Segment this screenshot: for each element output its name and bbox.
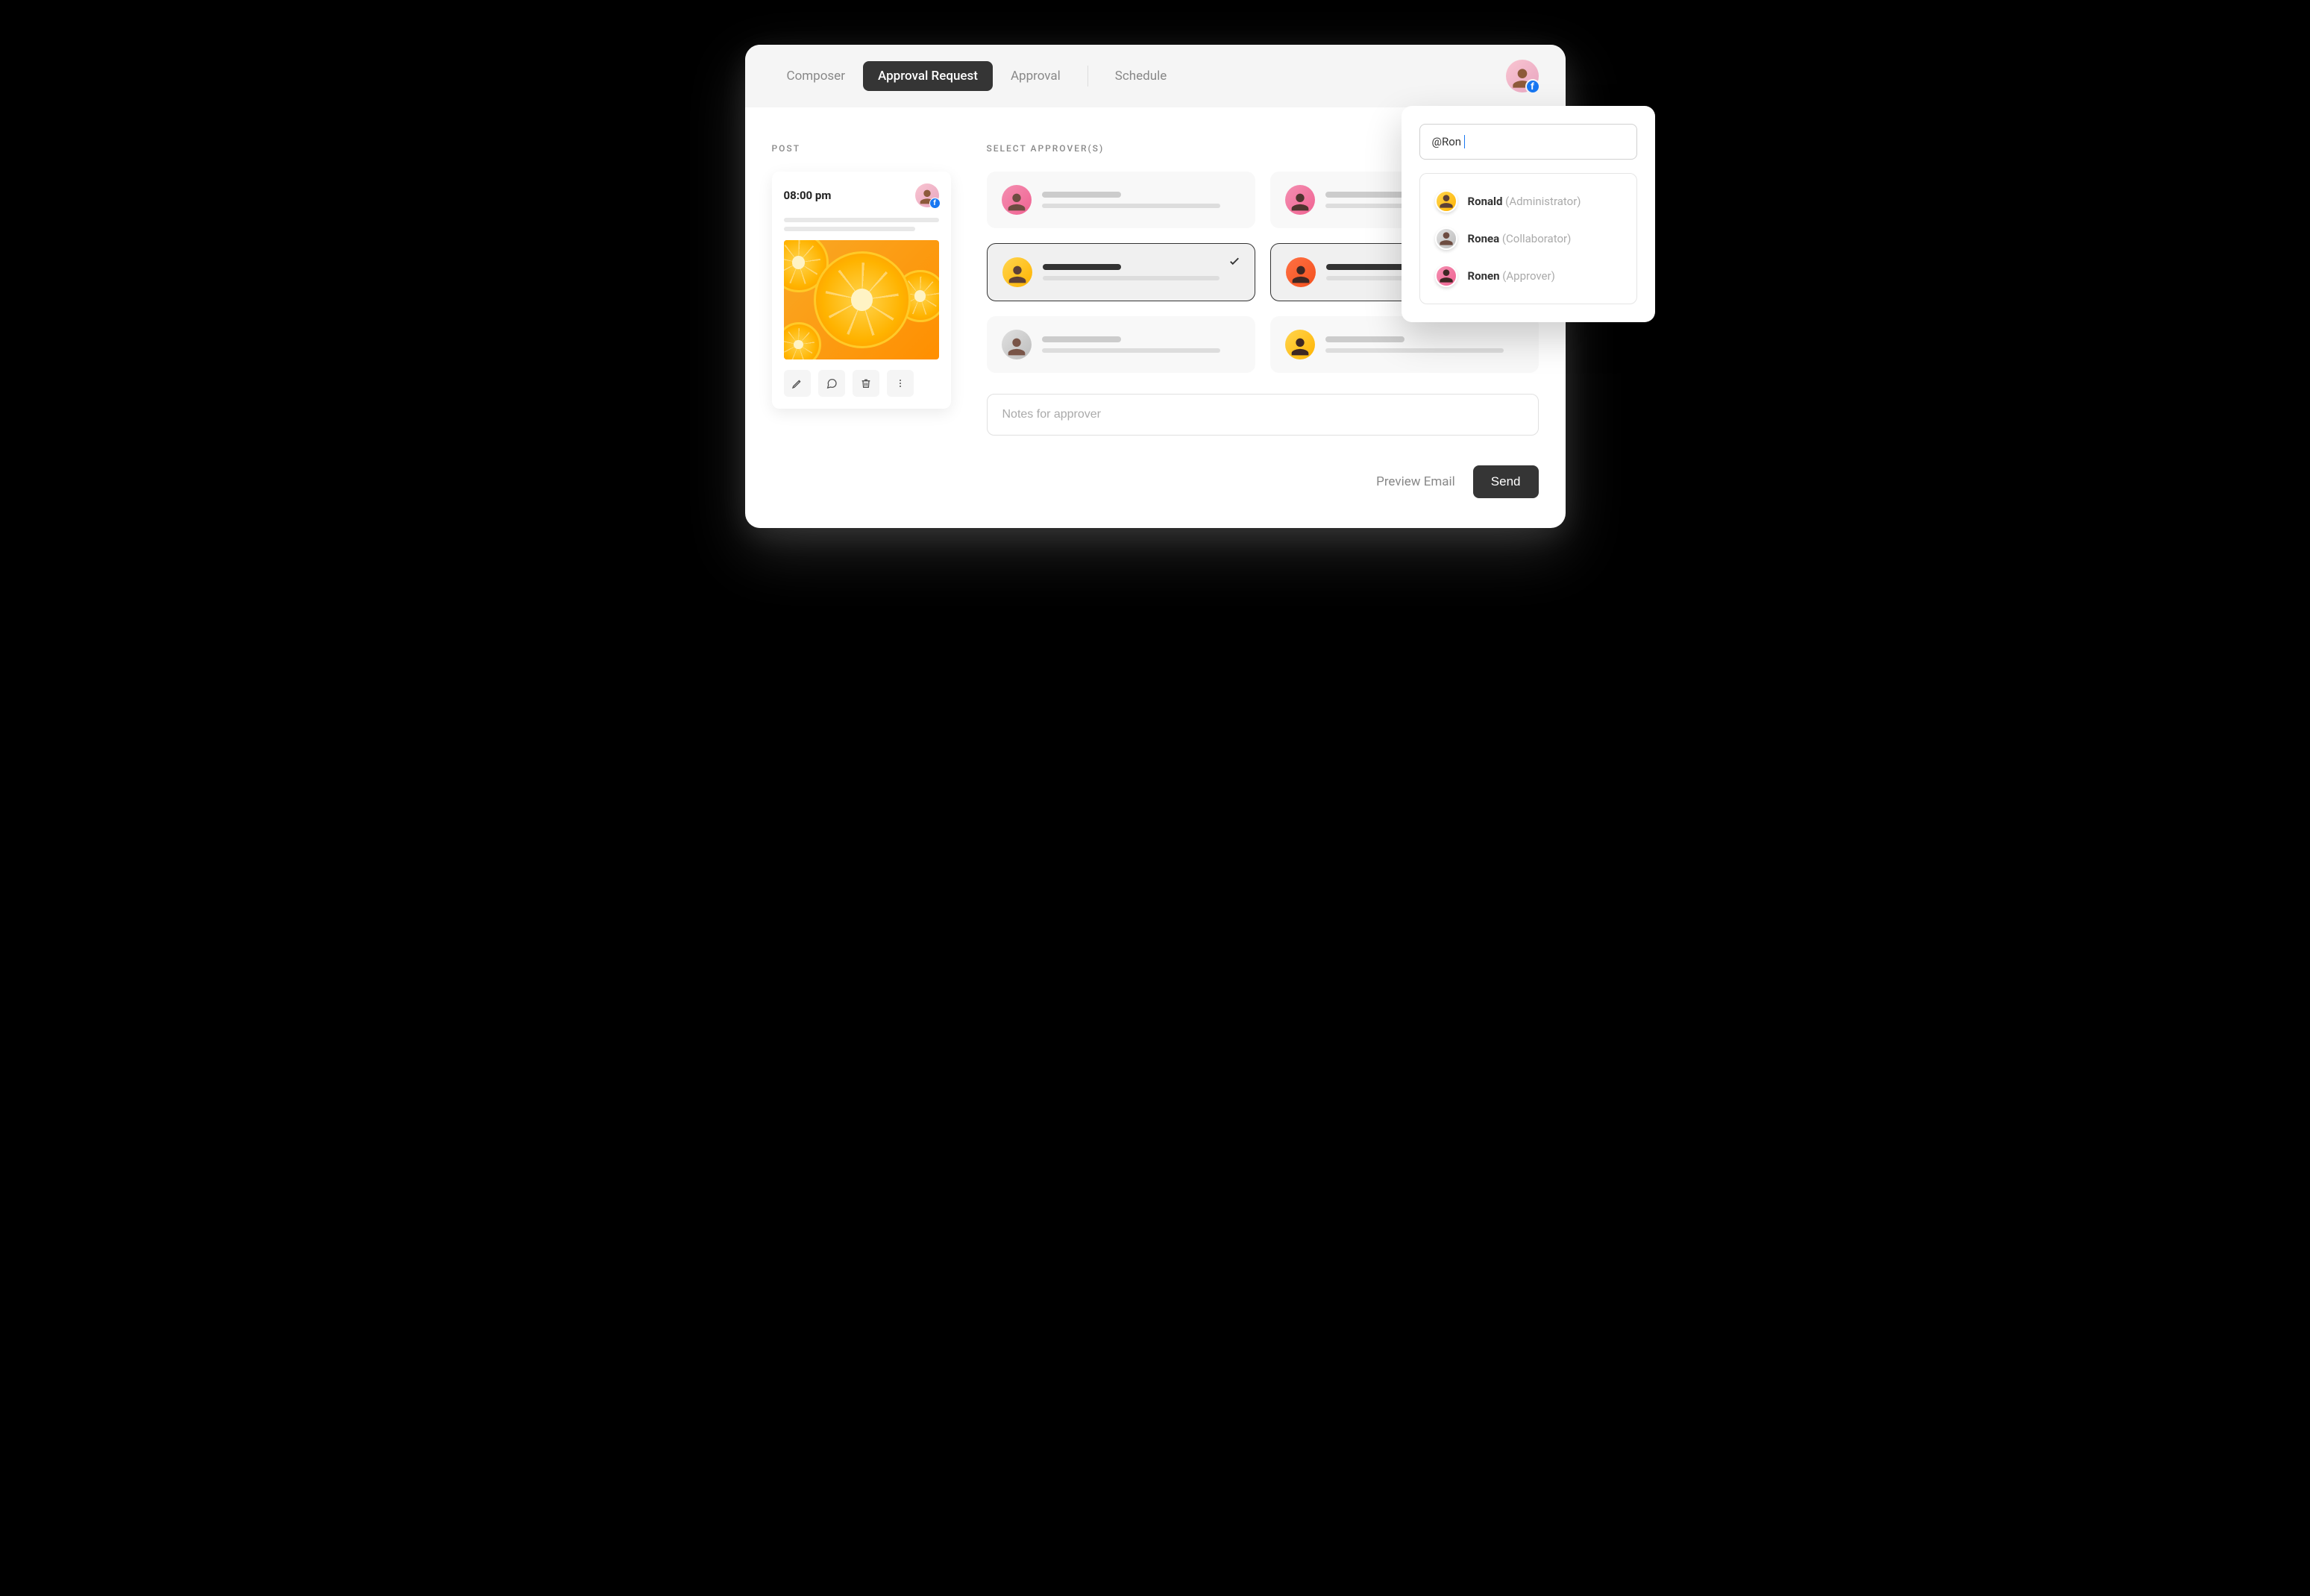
approver-avatar	[1286, 257, 1316, 287]
app-window: Composer Approval Request Approval Sched…	[745, 45, 1566, 528]
suggestion-avatar	[1435, 190, 1457, 213]
facebook-badge-icon: f	[1525, 79, 1540, 94]
suggestion-avatar	[1435, 265, 1457, 287]
suggestion-item[interactable]: Ronen (Approver)	[1426, 257, 1631, 295]
mention-suggestions: Ronald (Administrator) Ronea (Collaborat…	[1419, 173, 1637, 304]
comment-button[interactable]	[818, 370, 845, 397]
approver-card[interactable]	[987, 316, 1255, 373]
post-column: POST 08:00 pm f	[772, 143, 951, 436]
approver-avatar	[1285, 330, 1315, 359]
approver-avatar	[1285, 185, 1315, 215]
check-icon	[1228, 254, 1241, 271]
delete-button[interactable]	[853, 370, 879, 397]
pencil-icon	[791, 377, 803, 389]
suggestion-label: Ronen (Approver)	[1468, 269, 1555, 283]
approver-avatar	[1002, 257, 1032, 287]
user-avatar[interactable]: f	[1506, 60, 1539, 92]
post-time: 08:00 pm	[784, 189, 832, 202]
notes-input[interactable]	[987, 394, 1539, 436]
preview-email-link[interactable]: Preview Email	[1376, 474, 1455, 489]
suggestion-item[interactable]: Ronald (Administrator)	[1426, 183, 1631, 220]
facebook-badge-icon: f	[929, 198, 941, 209]
post-actions	[784, 370, 939, 397]
person-icon	[1005, 262, 1030, 287]
approver-card-selected[interactable]	[987, 243, 1255, 301]
suggestion-item[interactable]: Ronea (Collaborator)	[1426, 220, 1631, 257]
person-icon	[1004, 334, 1029, 359]
edit-button[interactable]	[784, 370, 811, 397]
person-icon	[1288, 262, 1314, 287]
approver-card[interactable]	[1270, 316, 1539, 373]
suggestion-label: Ronald (Administrator)	[1468, 195, 1581, 208]
more-button[interactable]	[887, 370, 914, 397]
post-section-label: POST	[772, 143, 951, 154]
approver-avatar	[1002, 185, 1032, 215]
trash-icon	[860, 377, 872, 389]
post-avatar: f	[915, 183, 939, 207]
mention-popover: @Ron Ronald (Administrator) Ronea (Colla…	[1402, 106, 1655, 322]
approver-avatar	[1002, 330, 1032, 359]
header: Composer Approval Request Approval Sched…	[745, 45, 1566, 107]
person-icon	[1437, 229, 1456, 248]
post-header: 08:00 pm f	[784, 183, 939, 207]
person-icon	[1437, 192, 1456, 211]
mention-input[interactable]: @Ron	[1419, 124, 1637, 160]
approver-name-placeholder	[1042, 336, 1240, 353]
person-icon	[1004, 189, 1029, 215]
tab-divider	[1087, 66, 1088, 87]
tab-approval[interactable]: Approval	[996, 61, 1076, 91]
chat-icon	[826, 377, 838, 389]
post-card: 08:00 pm f	[772, 172, 951, 409]
person-icon	[1287, 334, 1313, 359]
suggestion-avatar	[1435, 227, 1457, 250]
approver-card[interactable]	[987, 172, 1255, 228]
send-button[interactable]: Send	[1473, 465, 1539, 498]
approver-name-placeholder	[1043, 264, 1240, 280]
post-image	[784, 240, 939, 359]
more-vertical-icon	[894, 377, 906, 389]
tab-schedule[interactable]: Schedule	[1100, 61, 1181, 91]
person-icon	[1437, 266, 1456, 286]
mention-input-value: @Ron	[1432, 135, 1462, 148]
tabs: Composer Approval Request Approval Sched…	[772, 61, 1182, 91]
tab-composer[interactable]: Composer	[772, 61, 860, 91]
person-icon	[1287, 189, 1313, 215]
suggestion-label: Ronea (Collaborator)	[1468, 232, 1572, 245]
post-text-placeholder	[784, 218, 939, 231]
tab-approval-request[interactable]: Approval Request	[863, 61, 993, 91]
cursor-icon	[1464, 135, 1465, 148]
approver-name-placeholder	[1042, 192, 1240, 208]
footer: Preview Email Send	[745, 465, 1566, 528]
approver-name-placeholder	[1325, 336, 1524, 353]
